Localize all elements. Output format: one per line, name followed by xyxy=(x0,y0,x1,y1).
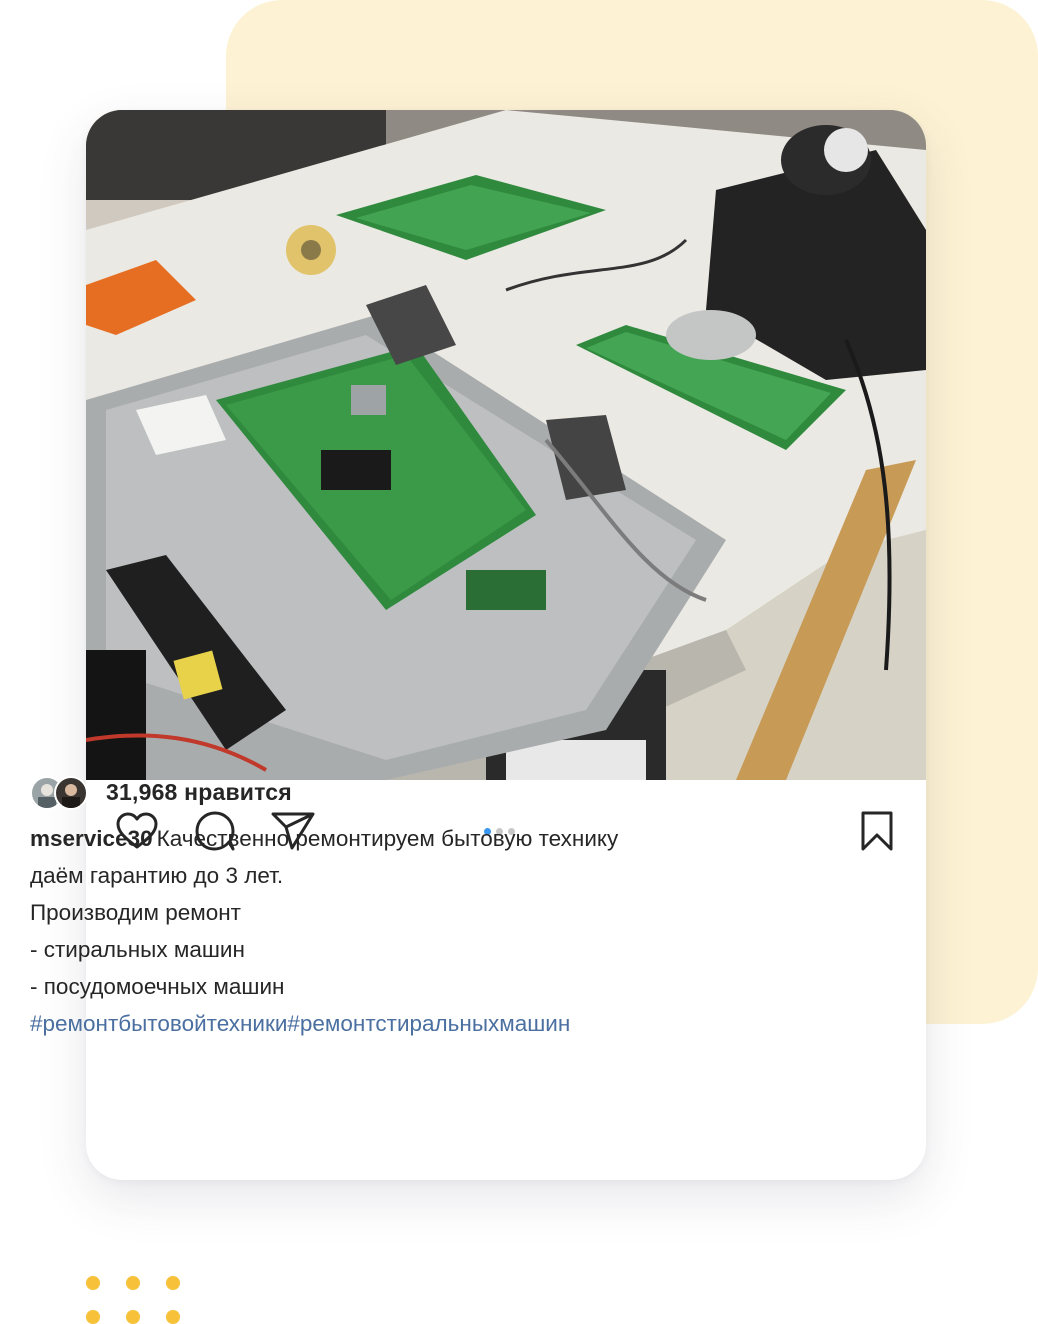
likes-count[interactable]: 31,968 нравится xyxy=(106,779,292,806)
decorative-dot xyxy=(166,1310,180,1324)
caption-text: даём гарантию до 3 лет. xyxy=(30,863,284,888)
decorative-dot xyxy=(126,1310,140,1324)
post-photo[interactable] xyxy=(86,110,926,780)
caption-text: Производим ремонт xyxy=(30,900,241,925)
post-caption: mservice30 Качественно ремонтируем бытову… xyxy=(30,820,820,1042)
bookmark-icon xyxy=(861,811,893,851)
decorative-dot xyxy=(166,1276,180,1290)
caption-text: - стиральных машин xyxy=(30,937,245,962)
decorative-dot xyxy=(126,1276,140,1290)
decorative-dot xyxy=(86,1276,100,1290)
page: 31,968 нравится mservice30 Качественно ре… xyxy=(0,0,1038,1324)
likes-row: 31,968 нравится xyxy=(30,774,292,810)
caption-text: Качественно ремонтируем бытовую технику xyxy=(156,826,619,851)
decorative-dot xyxy=(86,1310,100,1324)
avatar[interactable] xyxy=(54,776,88,810)
caption-username[interactable]: mservice30 xyxy=(30,826,153,851)
decorative-dots xyxy=(86,1276,180,1324)
save-button[interactable] xyxy=(854,808,900,854)
liker-avatars xyxy=(30,774,90,810)
caption-hashtags[interactable]: #ремонтбытовойтехники#ремонтстиральныхма… xyxy=(30,1005,820,1042)
caption-text: - посудомоечных машин xyxy=(30,974,285,999)
